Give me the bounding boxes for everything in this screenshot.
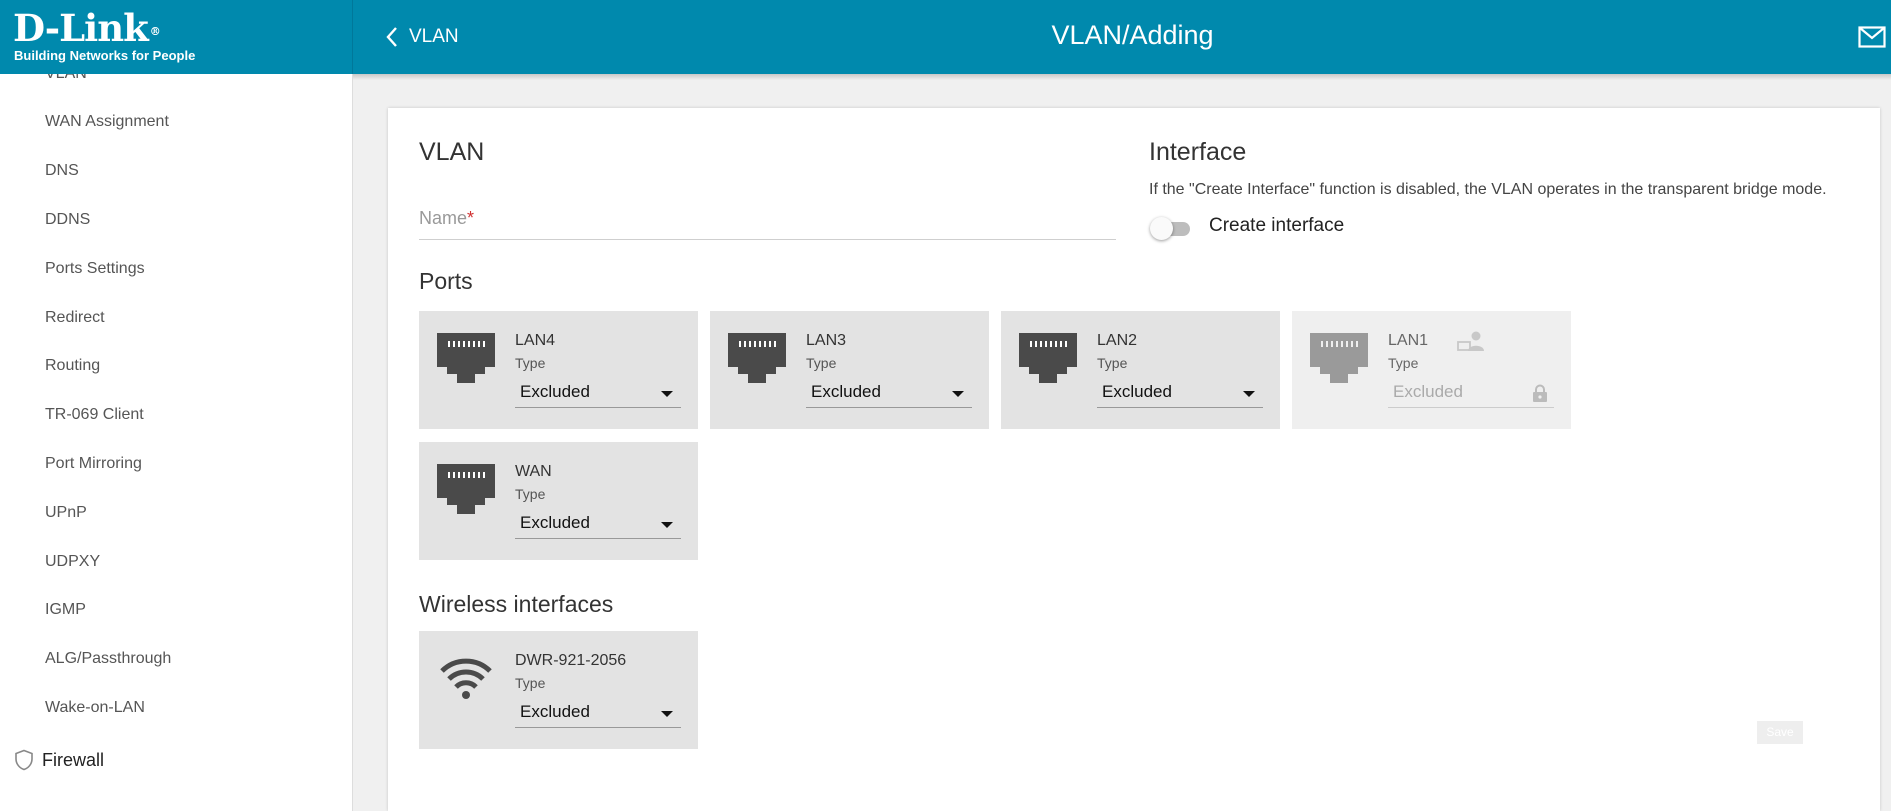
port-type-select-lan3[interactable]: Excluded <box>806 377 972 408</box>
caret-down-icon <box>1243 391 1255 397</box>
ethernet-port-icon <box>1310 333 1368 383</box>
port-type-value: Excluded <box>520 702 590 721</box>
sidebar-item-wake-on-lan[interactable]: Wake-on-LAN <box>45 696 145 720</box>
vlan-heading: VLAN <box>419 138 485 166</box>
port-name: LAN2 <box>1097 332 1138 349</box>
toggle-knob <box>1150 217 1173 240</box>
port-name: WAN <box>515 463 552 480</box>
sidebar-item-redirect[interactable]: Redirect <box>45 306 105 330</box>
wireless-heading: Wireless interfaces <box>419 591 614 617</box>
chevron-left-icon <box>386 27 397 47</box>
port-type-label: Type <box>806 355 837 371</box>
logo[interactable]: D-Link ® Building Networks for People <box>0 0 353 74</box>
connected-device-icon <box>1457 331 1484 351</box>
port-type-value: Excluded <box>1393 382 1463 401</box>
sidebar: VLAN WAN Assignment DNS DDNS Ports Setti… <box>0 74 353 811</box>
sidebar-item-tr069-client[interactable]: TR-069 Client <box>45 403 144 427</box>
sidebar-item-dns[interactable]: DNS <box>45 159 79 183</box>
port-type-label: Type <box>1388 355 1419 371</box>
name-input[interactable] <box>419 204 1116 234</box>
ethernet-port-icon <box>728 333 786 383</box>
sidebar-item-routing[interactable]: Routing <box>45 354 100 378</box>
sidebar-section-firewall[interactable]: Firewall <box>14 745 104 775</box>
mail-icon[interactable] <box>1858 26 1886 53</box>
interface-description: If the "Create Interface" function is di… <box>1149 181 1827 198</box>
port-type-label: Type <box>1097 355 1128 371</box>
wifi-icon <box>440 658 492 699</box>
name-field[interactable]: Name* <box>419 204 1116 240</box>
sidebar-item-vlan[interactable]: VLAN <box>45 74 87 86</box>
sidebar-item-ddns[interactable]: DDNS <box>45 208 90 232</box>
port-type-value: Excluded <box>520 382 590 401</box>
save-button[interactable]: Save <box>1757 721 1803 744</box>
ethernet-port-icon <box>1019 333 1077 383</box>
back-label: VLAN <box>409 26 459 47</box>
port-card-lan3: LAN3 Type Excluded <box>710 311 989 429</box>
port-type-value: Excluded <box>520 513 590 532</box>
port-name: LAN3 <box>806 332 847 349</box>
port-type-select-lan2[interactable]: Excluded <box>1097 377 1263 408</box>
header-shadow <box>353 74 1891 80</box>
port-type-label: Type <box>515 675 546 691</box>
sidebar-item-udpxy[interactable]: UDPXY <box>45 550 100 574</box>
port-name: LAN4 <box>515 332 556 349</box>
ethernet-port-icon <box>437 464 495 514</box>
create-interface-label: Create interface <box>1209 215 1345 236</box>
interface-heading: Interface <box>1149 138 1247 166</box>
port-name: LAN1 <box>1388 332 1429 349</box>
create-interface-toggle[interactable] <box>1150 215 1192 241</box>
port-card-lan4: LAN4 Type Excluded <box>419 311 698 429</box>
logo-text: D-Link <box>13 6 149 50</box>
port-type-select-lan4[interactable]: Excluded <box>515 377 681 408</box>
wireless-card-dwr-921-2056: DWR-921-2056 Type Excluded <box>419 631 698 749</box>
sidebar-item-igmp[interactable]: IGMP <box>45 598 86 622</box>
registered-mark: ® <box>149 25 161 38</box>
logo-tagline: Building Networks for People <box>14 48 196 63</box>
sidebar-item-alg-passthrough[interactable]: ALG/Passthrough <box>45 647 171 671</box>
sidebar-item-ports-settings[interactable]: Ports Settings <box>45 257 145 281</box>
sidebar-item-wan-assignment[interactable]: WAN Assignment <box>45 110 169 134</box>
sidebar-item-upnp[interactable]: UPnP <box>45 501 87 525</box>
ethernet-port-icon <box>437 333 495 383</box>
sidebar-item-port-mirroring[interactable]: Port Mirroring <box>45 452 142 476</box>
wireless-type-select[interactable]: Excluded <box>515 697 681 728</box>
port-type-value: Excluded <box>1102 382 1172 401</box>
caret-down-icon <box>661 522 673 528</box>
caret-down-icon <box>952 391 964 397</box>
wireless-name: DWR-921-2056 <box>515 652 627 669</box>
page-title: VLAN/Adding <box>1051 20 1214 50</box>
port-type-value: Excluded <box>811 382 881 401</box>
ports-heading: Ports <box>419 268 473 294</box>
port-type-label: Type <box>515 355 546 371</box>
port-card-lan1: LAN1 Type Excluded <box>1292 311 1571 429</box>
top-header: D-Link ® Building Networks for People VLA… <box>0 0 1891 74</box>
port-type-label: Type <box>515 486 546 502</box>
port-card-lan2: LAN2 Type Excluded <box>1001 311 1280 429</box>
caret-down-icon <box>661 391 673 397</box>
port-card-wan: WAN Type Excluded <box>419 442 698 560</box>
vlan-form-card: VLAN Name* Interface If the "Create Inte… <box>388 108 1880 811</box>
shield-icon <box>15 749 33 771</box>
port-type-select-lan1: Excluded <box>1388 377 1554 408</box>
back-link[interactable]: VLAN <box>385 22 459 52</box>
lock-icon <box>1533 384 1547 402</box>
caret-down-icon <box>661 711 673 717</box>
port-type-select-wan[interactable]: Excluded <box>515 508 681 539</box>
firewall-label: Firewall <box>42 749 105 770</box>
